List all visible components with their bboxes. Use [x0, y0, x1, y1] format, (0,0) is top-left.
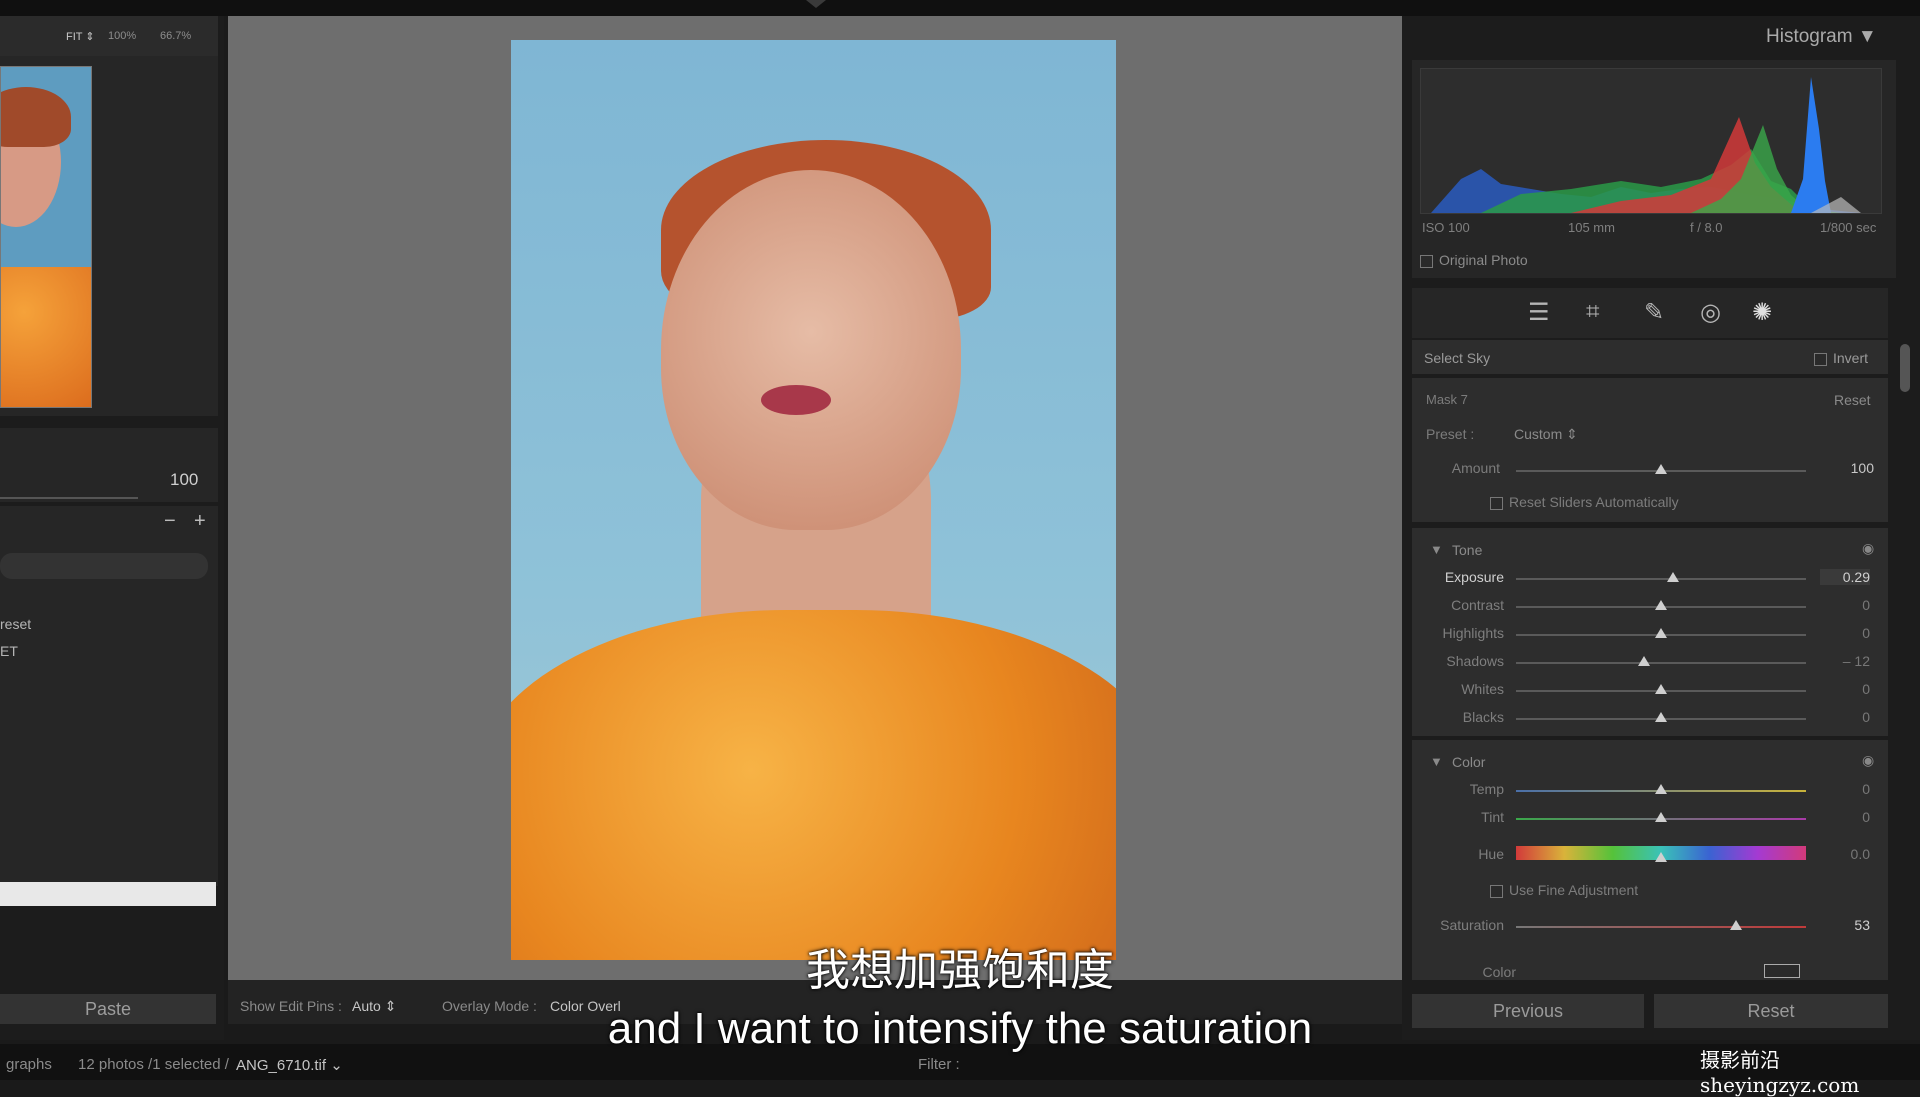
tone-slider-knob[interactable] — [1655, 628, 1667, 638]
tone-slider-value[interactable]: 0 — [1820, 681, 1870, 697]
photo-count: 12 photos /1 selected / — [78, 1056, 229, 1073]
tone-slider-label: Shadows — [1446, 653, 1504, 669]
crop-icon[interactable]: ⌗ — [1586, 298, 1600, 326]
color-visibility-eye-icon[interactable]: ◉ — [1862, 752, 1874, 769]
left-slider-panel — [0, 428, 218, 502]
aperture-value: f / 8.0 — [1690, 220, 1723, 235]
tone-slider-value[interactable]: 0 — [1820, 597, 1870, 613]
zoom-100[interactable]: 100% — [108, 30, 136, 42]
tone-title: Tone — [1452, 542, 1483, 558]
left-slider-value: 100 — [170, 470, 199, 489]
iso-value: ISO 100 — [1422, 220, 1470, 235]
add-preset-button[interactable]: + — [194, 510, 206, 533]
tone-slider-knob[interactable] — [1655, 712, 1667, 722]
left-slider-track[interactable] — [0, 497, 138, 499]
invert-label: Invert — [1833, 350, 1869, 366]
temp-value[interactable]: 0 — [1820, 781, 1870, 797]
saturation-slider-track[interactable] — [1516, 926, 1806, 928]
color-title: Color — [1452, 754, 1486, 770]
saturation-value[interactable]: 53 — [1820, 917, 1870, 933]
tone-slider-label: Whites — [1461, 681, 1504, 697]
preset-search-input[interactable] — [0, 553, 208, 579]
amount-label: Amount — [1451, 460, 1500, 476]
tone-visibility-eye-icon[interactable]: ◉ — [1862, 540, 1874, 557]
original-photo-checkbox[interactable]: Original Photo — [1420, 252, 1528, 268]
tone-slider-value[interactable]: 0 — [1820, 625, 1870, 641]
masking-icon[interactable]: ✺ — [1752, 298, 1772, 327]
tone-slider-label: Blacks — [1462, 709, 1504, 725]
navigator-preview[interactable] — [0, 56, 218, 416]
selected-preset-row[interactable] — [0, 882, 216, 906]
zoom-fit[interactable]: FIT ⇕ — [66, 30, 95, 43]
tone-slider-label: Highlights — [1442, 625, 1504, 641]
select-sky-header: Select Sky Invert — [1412, 340, 1888, 374]
tint-value[interactable]: 0 — [1820, 809, 1870, 825]
checkbox-icon[interactable] — [1814, 352, 1827, 366]
tone-slider-label: Contrast — [1451, 597, 1504, 613]
remove-preset-button[interactable]: − — [164, 510, 176, 533]
tone-slider-label: Exposure — [1444, 569, 1504, 585]
hue-slider-knob[interactable] — [1655, 852, 1667, 862]
tone-slider-track[interactable] — [1516, 662, 1806, 664]
main-photo[interactable] — [511, 40, 1116, 960]
tint-slider-knob[interactable] — [1655, 812, 1667, 822]
select-sky-label: Select Sky — [1424, 350, 1491, 366]
temp-label: Temp — [1469, 781, 1504, 797]
panel-toggle-icon[interactable] — [806, 0, 826, 8]
filter-label: Filter : — [918, 1056, 960, 1073]
right-panel-scrollbar[interactable] — [1900, 344, 1910, 392]
tone-slider-knob[interactable] — [1655, 600, 1667, 610]
saturation-slider-knob[interactable] — [1730, 920, 1743, 930]
tone-slider-value[interactable]: 0.29 — [1820, 569, 1870, 585]
navigator-header: FIT ⇕ 100% 66.7% — [0, 16, 218, 56]
checkbox-icon[interactable] — [1420, 254, 1433, 268]
reset-sliders-label: Reset Sliders Automatically — [1509, 494, 1679, 510]
tone-slider-knob[interactable] — [1666, 572, 1679, 582]
hue-label: Hue — [1478, 846, 1504, 862]
navigator-thumbnail[interactable] — [0, 66, 92, 408]
tint-label: Tint — [1481, 809, 1504, 825]
focal-length: 105 mm — [1568, 220, 1615, 235]
tone-slider-value[interactable]: 0 — [1820, 709, 1870, 725]
zoom-66[interactable]: 66.7% — [160, 30, 191, 42]
original-photo-label: Original Photo — [1439, 252, 1528, 268]
histogram-svg — [1431, 77, 1861, 213]
source-label[interactable]: graphs — [6, 1056, 52, 1073]
amount-slider-knob[interactable] — [1655, 464, 1667, 474]
subtitle-english: and I want to intensify the saturation — [607, 1004, 1313, 1053]
invert-checkbox[interactable]: Invert — [1814, 350, 1868, 366]
red-eye-icon[interactable]: ◎ — [1700, 298, 1721, 327]
top-bar — [0, 0, 1920, 16]
subtitle-chinese: 我想加强饱和度 — [806, 945, 1114, 996]
tone-collapse-icon[interactable]: ▼ — [1430, 542, 1443, 557]
tone-slider-track[interactable] — [1516, 578, 1806, 580]
reset-sliders-checkbox[interactable]: Reset Sliders Automatically — [1490, 494, 1679, 510]
preset-item[interactable]: reset — [0, 616, 31, 632]
healing-eraser-icon[interactable]: ✎ — [1644, 298, 1664, 327]
shutter-speed: 1/800 sec — [1820, 220, 1877, 235]
histogram-graph[interactable] — [1420, 68, 1882, 214]
watermark: 摄影前沿 sheyingzyz.com — [1700, 1048, 1860, 1097]
preset-select[interactable]: Custom ⇕ — [1514, 426, 1578, 443]
amount-value[interactable]: 100 — [1824, 460, 1874, 476]
mask-reset-button[interactable]: Reset — [1834, 392, 1871, 408]
color-collapse-icon[interactable]: ▼ — [1430, 754, 1443, 769]
tone-slider-knob[interactable] — [1637, 656, 1650, 666]
fine-adjustment-checkbox[interactable]: Use Fine Adjustment — [1490, 882, 1638, 898]
filename[interactable]: ANG_6710.tif ⌄ — [236, 1056, 343, 1074]
checkbox-icon[interactable] — [1490, 884, 1503, 898]
tone-slider-knob[interactable] — [1655, 684, 1667, 694]
mask-name: Mask 7 — [1426, 392, 1468, 407]
fine-adjustment-label: Use Fine Adjustment — [1509, 882, 1639, 898]
histogram-title[interactable]: Histogram ▼ — [1766, 26, 1877, 48]
hue-value[interactable]: 0.0 — [1820, 846, 1870, 862]
saturation-label: Saturation — [1440, 917, 1504, 933]
preset-item[interactable]: ET — [0, 643, 18, 659]
tone-slider-value[interactable]: – 12 — [1820, 653, 1870, 669]
temp-slider-knob[interactable] — [1655, 784, 1667, 794]
edit-sliders-icon[interactable]: ☰ — [1528, 298, 1550, 327]
mask-settings: Mask 7 Reset Preset : Custom ⇕ Amount 10… — [1412, 378, 1888, 522]
checkbox-icon[interactable] — [1490, 496, 1503, 510]
preset-label: Preset : — [1426, 426, 1475, 442]
